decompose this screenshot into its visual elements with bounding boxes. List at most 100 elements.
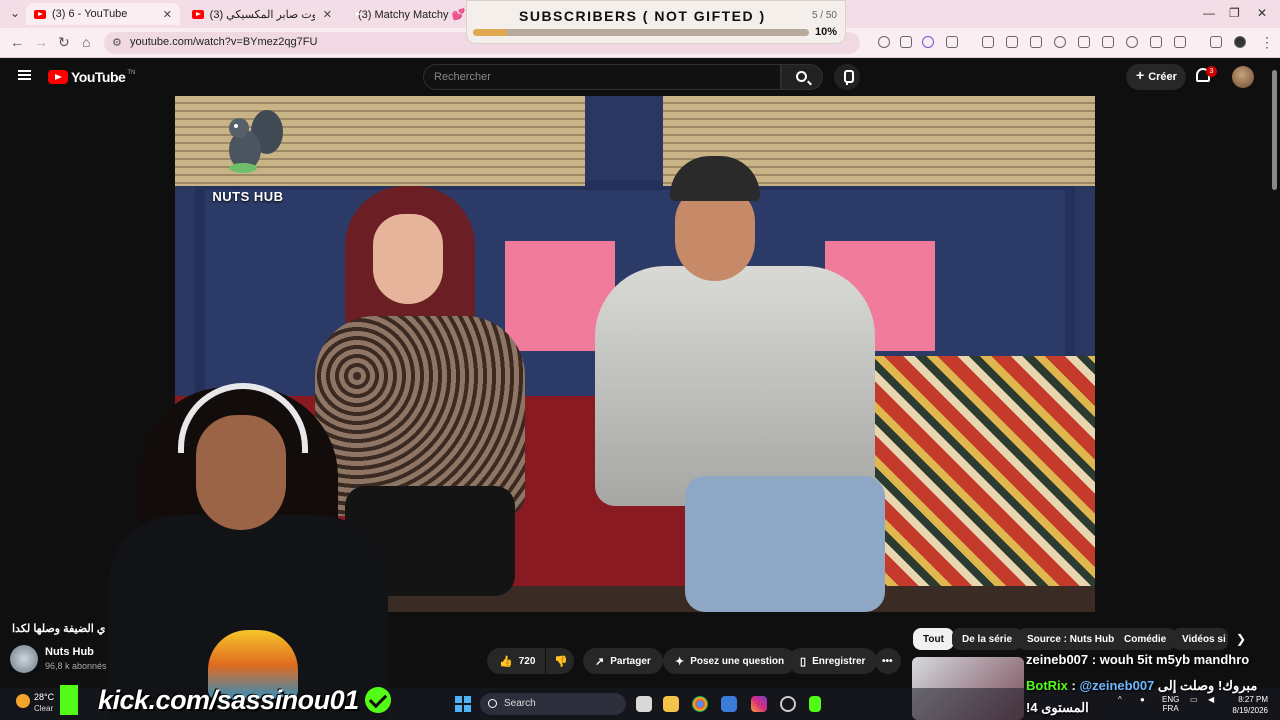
chip-similar-videos[interactable]: Vidéos si bbox=[1172, 628, 1228, 650]
sparkle-icon: ✦ bbox=[675, 655, 685, 668]
tab-list-icon[interactable]: ⌄ bbox=[10, 6, 20, 20]
mic-tray-icon[interactable]: ● bbox=[1140, 695, 1145, 704]
hamburger-menu-icon[interactable] bbox=[18, 70, 31, 80]
youtube-favicon-icon bbox=[34, 9, 46, 19]
volume-icon[interactable]: ◀ bbox=[1208, 695, 1214, 704]
share-icon: ↗ bbox=[595, 655, 605, 668]
start-windows-icon[interactable] bbox=[455, 696, 471, 712]
reload-icon[interactable]: ↻ bbox=[58, 34, 70, 51]
close-window-icon[interactable]: ✕ bbox=[1257, 6, 1267, 20]
like-button[interactable]: 👍 720 bbox=[487, 648, 545, 674]
profile-icon[interactable] bbox=[1234, 36, 1246, 48]
ask-question-button[interactable]: ✦ Posez une question bbox=[663, 648, 797, 674]
streamer-webcam bbox=[98, 375, 390, 720]
minimize-icon[interactable]: — bbox=[1203, 6, 1215, 20]
channel-avatar[interactable] bbox=[10, 645, 38, 673]
clock-time: 8:27 PM bbox=[1238, 695, 1268, 704]
chip-comedy[interactable]: Comédie bbox=[1114, 628, 1177, 650]
file-explorer-icon[interactable] bbox=[663, 696, 679, 712]
chat-username: zeineb007 bbox=[1026, 652, 1089, 667]
home-icon[interactable]: ⌂ bbox=[82, 34, 90, 50]
search-input[interactable]: Rechercher bbox=[423, 64, 781, 90]
search-button[interactable] bbox=[781, 64, 823, 90]
ask-question-label: Posez une question bbox=[690, 655, 785, 667]
create-button[interactable]: + Créer bbox=[1126, 64, 1186, 90]
split-view-icon[interactable] bbox=[1174, 36, 1186, 48]
share-button[interactable]: ↗ Partager bbox=[583, 648, 663, 674]
payment-icon[interactable] bbox=[1030, 36, 1042, 48]
site-info-icon[interactable]: ⚙ bbox=[112, 36, 122, 49]
restore-icon[interactable]: ❐ bbox=[1229, 6, 1240, 20]
subs-goal-title: SUBSCRIBERS ( NOT GIFTED ) bbox=[519, 8, 766, 24]
chip-from-series[interactable]: De la série bbox=[952, 628, 1023, 650]
more-horizontal-icon: ••• bbox=[882, 655, 893, 667]
youtube-play-icon bbox=[48, 70, 68, 84]
extension-icon[interactable] bbox=[1078, 36, 1090, 48]
extension-icon[interactable] bbox=[922, 36, 934, 48]
screen: ⌄ (3) 6 - YouTube ✕ (3) كسكوت صابر المكس… bbox=[0, 0, 1280, 720]
sidebar-icon[interactable] bbox=[1210, 36, 1222, 48]
location-icon[interactable] bbox=[1054, 36, 1066, 48]
weather-temperature: 28°C bbox=[34, 692, 55, 702]
tab-label: (3) Matchy Matchy 💕 Ep 9( bbox=[358, 8, 466, 21]
system-clock[interactable]: 8:27 PM 8/19/2026 bbox=[1228, 694, 1268, 716]
show-hidden-icons[interactable]: ^ bbox=[1118, 695, 1122, 704]
chip-all[interactable]: Tout bbox=[913, 628, 954, 650]
youtube-header: YouTube TN Rechercher + Créer 3 bbox=[0, 58, 1280, 96]
delete-icon[interactable] bbox=[1150, 36, 1162, 48]
menu-icon[interactable]: ⋮ bbox=[1260, 34, 1274, 51]
reading-list-icon[interactable] bbox=[1102, 36, 1114, 48]
notification-badge: 3 bbox=[1206, 66, 1217, 77]
verified-check-icon bbox=[364, 687, 391, 713]
save-label: Enregistrer bbox=[812, 655, 866, 667]
chat-username: BotRix bbox=[1026, 678, 1068, 693]
chevron-right-icon[interactable]: ❯ bbox=[1236, 632, 1246, 646]
subs-goal-progress-bar bbox=[473, 29, 809, 36]
thumbs-down-icon: 👎 bbox=[554, 655, 568, 668]
extension-icon[interactable] bbox=[878, 36, 890, 48]
more-actions-button[interactable]: ••• bbox=[875, 648, 901, 674]
extension-icon[interactable] bbox=[1006, 36, 1018, 48]
youtube-logo[interactable]: YouTube TN bbox=[48, 69, 135, 85]
instagram-icon[interactable] bbox=[751, 696, 767, 712]
dislike-button[interactable]: 👎 bbox=[546, 648, 574, 674]
url-text: youtube.com/watch?v=BYmez2qg7FU bbox=[130, 36, 318, 48]
account-avatar[interactable] bbox=[1232, 66, 1254, 88]
weather-icon[interactable] bbox=[16, 694, 30, 708]
lang-primary: ENG bbox=[1162, 695, 1180, 704]
task-view-icon[interactable] bbox=[636, 696, 652, 712]
tab-kaskout[interactable]: (3) كسكوت صابر المكسيكي ✕ bbox=[184, 3, 340, 25]
voice-search-icon[interactable] bbox=[834, 64, 860, 90]
taskbar-search[interactable]: Search bbox=[480, 693, 626, 715]
close-icon[interactable]: ✕ bbox=[163, 8, 172, 21]
obs-icon[interactable] bbox=[780, 696, 796, 712]
jeans bbox=[685, 476, 885, 612]
extension-icon[interactable] bbox=[982, 36, 994, 48]
kick-handle-banner: kick.com/sassinou01 bbox=[60, 683, 391, 717]
forward-icon[interactable]: → bbox=[34, 34, 48, 50]
network-icon[interactable]: ▭ bbox=[1190, 695, 1198, 704]
channel-name[interactable]: Nuts Hub bbox=[45, 646, 94, 658]
kick-app-icon[interactable] bbox=[809, 696, 821, 712]
cap bbox=[670, 156, 760, 201]
history-icon[interactable] bbox=[1126, 36, 1138, 48]
close-icon[interactable]: ✕ bbox=[323, 8, 332, 21]
page-scrollbar[interactable] bbox=[1272, 70, 1277, 190]
chrome-icon[interactable] bbox=[692, 696, 708, 712]
guest-man bbox=[575, 156, 885, 612]
tab-youtube-6[interactable]: (3) 6 - YouTube ✕ bbox=[26, 3, 180, 25]
store-icon[interactable] bbox=[721, 696, 737, 712]
share-label: Partager bbox=[610, 655, 651, 667]
extensions-puzzle-icon[interactable] bbox=[946, 36, 958, 48]
tab-matchy-matchy[interactable]: (3) Matchy Matchy 💕 Ep 9( bbox=[344, 3, 466, 25]
extension-icon[interactable] bbox=[900, 36, 912, 48]
save-button[interactable]: ▯ Enregistrer bbox=[788, 648, 878, 674]
tab-label: (3) 6 - YouTube bbox=[52, 8, 128, 20]
patterned-blanket bbox=[865, 356, 1095, 606]
language-indicator[interactable]: ENG FRA bbox=[1162, 695, 1179, 713]
weather-condition: Clear bbox=[34, 704, 54, 713]
face bbox=[373, 214, 443, 304]
chip-source-channel[interactable]: Source : Nuts Hub bbox=[1017, 628, 1125, 650]
back-icon[interactable]: ← bbox=[10, 34, 24, 50]
clock-date: 8/19/2026 bbox=[1232, 706, 1268, 715]
